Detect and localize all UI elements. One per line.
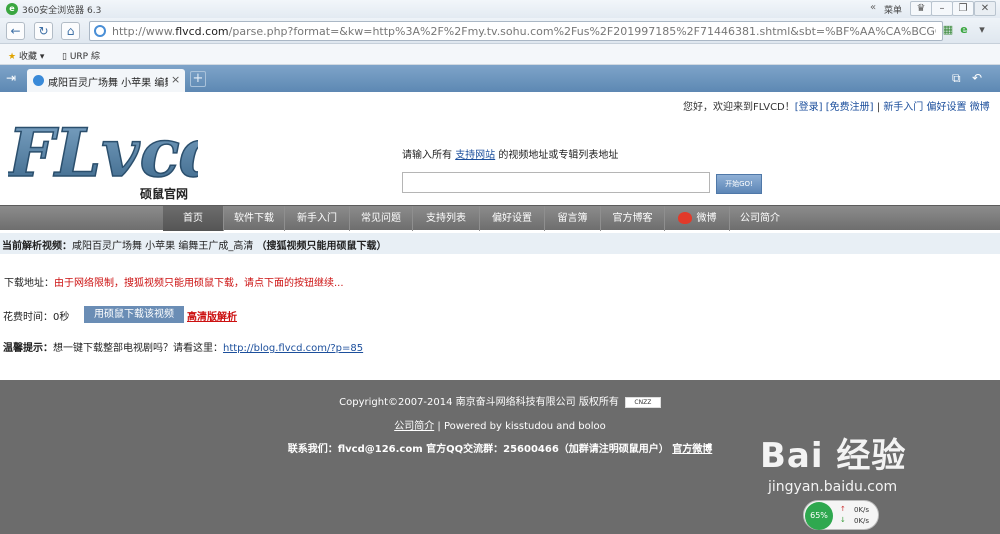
video-url-input[interactable]	[402, 172, 710, 193]
restore-tab-icon[interactable]: ⧉	[952, 71, 961, 86]
dropdown-icon[interactable]: ▾	[974, 22, 990, 38]
page-security-icon	[94, 25, 106, 37]
tip-link[interactable]: http://blog.flvcd.com/?p=85	[223, 343, 363, 354]
bookmarks-bar: ★ 收藏 ▾ ▯ URP 綜	[0, 44, 1000, 65]
page-icon: ▯	[62, 52, 67, 62]
hd-parse-link[interactable]: 高清版解析	[187, 308, 237, 323]
start-go-button[interactable]: 开始GO!	[716, 174, 762, 194]
current-video-bar: 当前解析视频：咸阳百灵广场舞 小苹果 编舞王广成_高清 （搜狐视频只能用硕鼠下载…	[0, 233, 1000, 254]
welcome-text: 您好，欢迎来到FLVCD！	[683, 102, 795, 113]
tab-favicon	[33, 75, 44, 86]
main-nav: 首页 软件下载 新手入门 常见问题 支持列表 偏好设置 留言簿 官方博客 微博 …	[0, 205, 1000, 231]
grid-icon[interactable]: ▦	[940, 22, 956, 38]
address-url: http://www.flvcd.com/parse.php?format=&k…	[112, 25, 936, 38]
video-title: 咸阳百灵广场舞 小苹果 编舞王广成_高清	[72, 241, 254, 252]
video-note: （搜狐视频只能用硕鼠下载）	[256, 241, 387, 252]
skin-icon[interactable]: ♛	[910, 1, 932, 16]
address-bar[interactable]: http://www.flvcd.com/parse.php?format=&k…	[89, 21, 943, 41]
refresh-button[interactable]: ↻	[34, 22, 53, 40]
official-weibo-link[interactable]: 官方微博	[672, 444, 712, 455]
newbie-link[interactable]: 新手入门	[883, 102, 923, 113]
weibo-link[interactable]: 微博	[970, 102, 990, 113]
nav-guestbook[interactable]: 留言簿	[545, 206, 601, 231]
register-link[interactable]: [免费注册]	[826, 102, 874, 113]
tab-active[interactable]: 咸阳百灵广场舞 小苹果 编舞王 ×	[27, 69, 185, 92]
sidebar-toggle-icon[interactable]: ⇥	[6, 71, 16, 85]
svg-text:FLvcd: FLvcd	[8, 114, 198, 186]
menu-icon[interactable]: «	[870, 2, 876, 13]
current-label: 当前解析视频：	[2, 241, 72, 252]
download-with-flvcd-button[interactable]: 用硕鼠下载该视频	[84, 306, 184, 323]
browser-title: 360安全浏览器 6.3	[22, 6, 102, 16]
minimize-button[interactable]: –	[931, 1, 953, 16]
tip-line: 温馨提示：想一键下载整部电视剧吗？请看这里：http://blog.flvcd.…	[3, 343, 364, 354]
nav-software[interactable]: 软件下载	[224, 206, 285, 231]
cnzz-badge[interactable]: CNZZ	[624, 396, 661, 408]
nav-prefs[interactable]: 偏好设置	[480, 206, 545, 231]
close-window-button[interactable]: ✕	[974, 1, 996, 16]
browser-toolbar: ← ↻ ⌂ http://www.flvcd.com/parse.php?for…	[0, 18, 1000, 44]
download-speed: 0K/s	[854, 517, 870, 525]
maximize-button[interactable]: ❐	[952, 1, 974, 16]
new-tab-button[interactable]: +	[190, 71, 206, 87]
nav-blog[interactable]: 官方博客	[601, 206, 665, 231]
tab-close-icon[interactable]: ×	[171, 73, 180, 86]
star-icon: ★	[8, 52, 17, 62]
tip-label: 温馨提示：	[3, 343, 53, 354]
prefs-link[interactable]: 偏好设置	[927, 102, 967, 113]
download-message: 由于网络限制，搜狐视频只能用硕鼠下载，请点下面的按钮继续...	[54, 278, 344, 289]
supported-sites-link[interactable]: 支持网站	[455, 150, 495, 161]
download-label: 下载地址：	[4, 278, 54, 289]
baidu-jingyan-watermark: Bai 经验 jingyan.baidu.com	[760, 436, 907, 495]
upload-speed: 0K/s	[854, 506, 870, 514]
header-links: 您好，欢迎来到FLVCD！[登录] [免费注册] | 新手入门 偏好设置 微博	[683, 102, 990, 113]
company-link[interactable]: 公司简介	[394, 421, 434, 432]
nav-about[interactable]: 公司简介	[730, 206, 790, 231]
favorites-button[interactable]: ★ 收藏 ▾	[8, 49, 44, 62]
home-button[interactable]: ⌂	[61, 22, 80, 40]
bookmark-urp[interactable]: ▯ URP 綜	[62, 49, 100, 62]
undo-icon[interactable]: ↶	[972, 71, 982, 85]
nav-newbie[interactable]: 新手入门	[285, 206, 350, 231]
back-button[interactable]: ←	[6, 22, 25, 40]
browser-titlebar: e 360安全浏览器 6.3 « 菜单 ♛ – ❐ ✕	[0, 0, 1000, 18]
nav-faq[interactable]: 常见问题	[350, 206, 413, 231]
nav-weibo[interactable]: 微博	[665, 206, 730, 231]
tab-title: 咸阳百灵广场舞 小苹果 编舞王	[48, 78, 168, 89]
weibo-icon	[677, 212, 692, 224]
upload-icon: ↑	[840, 505, 846, 513]
search-prompt: 请输入所有 支持网站 的视频地址或专辑列表地址	[402, 150, 619, 161]
nav-support-list[interactable]: 支持列表	[413, 206, 480, 231]
browser-logo-icon: e	[6, 3, 18, 15]
net-usage-ring: 65%	[805, 502, 833, 530]
copyright: Copyright©2007-2014 南京奋斗网络科技有限公司 版权所有 CNZ…	[0, 393, 1000, 408]
tab-bar: ⇥ 咸阳百灵广场舞 小苹果 编舞王 × + ⧉ ↶	[0, 65, 1000, 92]
download-icon: ↓	[840, 516, 846, 524]
flvcd-logo[interactable]: FLvcd	[8, 114, 198, 186]
nav-home[interactable]: 首页	[163, 206, 224, 231]
brand-subtitle: 硕鼠官网	[140, 187, 189, 201]
browser-menu-button[interactable]: 菜单	[884, 3, 902, 16]
browser-mode-icon[interactable]: e	[956, 22, 972, 38]
download-line: 下载地址：由于网络限制，搜狐视频只能用硕鼠下载，请点下面的按钮继续...	[4, 274, 344, 289]
network-monitor[interactable]: 65% ↑ 0K/s ↓ 0K/s	[803, 500, 879, 530]
elapsed-time: 花费时间：0秒	[3, 312, 70, 323]
login-link[interactable]: [登录]	[795, 102, 823, 113]
